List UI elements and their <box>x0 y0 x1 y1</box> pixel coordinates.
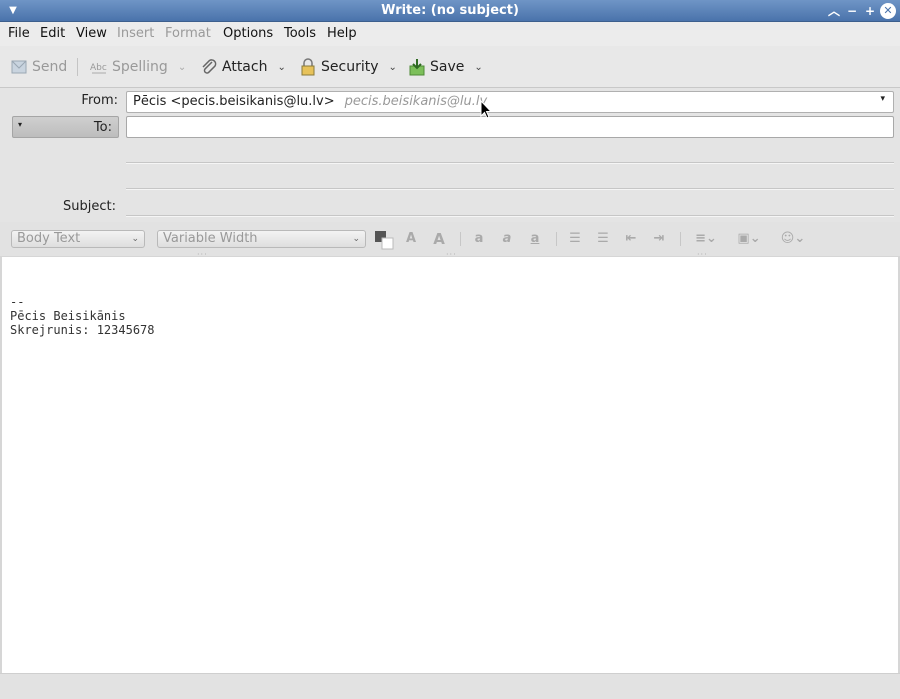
numbered-list-icon[interactable]: ☰ <box>594 230 612 248</box>
paragraph-style-select[interactable]: Body Text ⌄ <box>11 230 145 248</box>
save-label: Save <box>430 59 465 75</box>
font-larger-icon[interactable]: A <box>430 230 448 248</box>
save-icon <box>409 59 425 76</box>
format-toolbar: Body Text ⌄ Variable Width ⌄ A A a a a ☰… <box>0 222 900 259</box>
security-label: Security <box>321 59 379 75</box>
text-color-icon[interactable] <box>374 230 394 250</box>
menu-file[interactable]: File <box>8 26 30 41</box>
chevron-down-icon[interactable]: ⌄ <box>474 62 482 73</box>
menu-bar: File Edit View Insert Format Options Too… <box>0 22 900 46</box>
chevron-down-icon: ▾ <box>18 120 23 129</box>
font-family-value: Variable Width <box>163 231 258 246</box>
title-bar: ▼ Write: (no subject) ︿ − + ✕ <box>0 0 900 22</box>
format-separator <box>680 232 681 246</box>
menu-options[interactable]: Options <box>223 26 273 41</box>
format-separator <box>460 232 461 246</box>
signature-phone: Skrejrunis: 12345678 <box>10 323 155 337</box>
menu-view[interactable]: View <box>76 26 107 41</box>
shade-icon[interactable]: ︿ <box>826 3 842 19</box>
compose-header: From: Pēcis <pecis.beisikanis@lu.lv> peci… <box>0 88 900 222</box>
send-label: Send <box>32 59 68 75</box>
font-family-select[interactable]: Variable Width ⌄ <box>157 230 366 248</box>
chevron-down-icon[interactable]: ▾ <box>880 94 885 104</box>
save-button[interactable]: Save ⌄ <box>408 56 483 78</box>
chevron-down-icon[interactable]: ⌄ <box>178 62 186 73</box>
chevron-down-icon: ⌄ <box>352 234 360 244</box>
from-select[interactable]: Pēcis <pecis.beisikanis@lu.lv> pecis.beis… <box>126 91 894 113</box>
paragraph-style-value: Body Text <box>17 231 81 246</box>
attach-label: Attach <box>222 59 268 75</box>
message-body-editor[interactable]: -- Pēcis Beisikānis Skrejrunis: 12345678 <box>2 257 898 673</box>
chevron-down-icon[interactable]: ⌄ <box>277 62 285 73</box>
recipient-row-2[interactable] <box>126 162 894 164</box>
window-title: Write: (no subject) <box>381 3 519 18</box>
subject-label: Subject: <box>63 199 116 214</box>
spelling-label: Spelling <box>112 59 168 75</box>
status-bar <box>0 673 900 699</box>
from-value: Pēcis <pecis.beisikanis@lu.lv> <box>133 94 335 109</box>
maximize-icon[interactable]: + <box>862 3 878 19</box>
minimize-icon[interactable]: − <box>844 3 860 19</box>
outdent-icon[interactable]: ⇤ <box>622 230 640 248</box>
align-icon[interactable]: ≡⌄ <box>692 230 720 248</box>
send-icon <box>11 60 27 74</box>
menu-help[interactable]: Help <box>327 26 357 41</box>
toolbar-separator <box>77 58 78 76</box>
attach-button[interactable]: Attach ⌄ <box>200 56 286 78</box>
send-button[interactable]: Send <box>10 56 67 78</box>
insert-image-icon[interactable]: ▣⌄ <box>734 230 764 248</box>
recipient-type-select[interactable]: ▾ To: <box>12 116 119 138</box>
chevron-down-icon[interactable]: ⌄ <box>389 62 397 73</box>
compose-toolbar: Send Abc Spelling ⌄ Attach ⌄ Security ⌄ … <box>0 46 900 88</box>
security-button[interactable]: Security ⌄ <box>299 56 397 78</box>
smiley-icon[interactable]: ☺⌄ <box>778 230 808 248</box>
to-label: To: <box>93 120 112 135</box>
lock-icon <box>301 58 315 76</box>
to-input[interactable] <box>126 116 894 138</box>
spelling-button[interactable]: Abc Spelling ⌄ <box>90 56 186 78</box>
menu-edit[interactable]: Edit <box>40 26 65 41</box>
from-label: From: <box>81 93 118 108</box>
menu-tools[interactable]: Tools <box>284 26 316 41</box>
bold-icon[interactable]: a <box>470 230 488 248</box>
signature-separator: -- <box>10 295 25 309</box>
italic-icon[interactable]: a <box>498 230 516 248</box>
format-separator <box>556 232 557 246</box>
mouse-pointer-icon <box>480 100 492 119</box>
svg-text:Abc: Abc <box>90 63 107 73</box>
bullet-list-icon[interactable]: ☰ <box>566 230 584 248</box>
menu-format: Format <box>165 26 211 41</box>
signature-name: Pēcis Beisikānis <box>10 309 126 323</box>
paperclip-icon <box>202 59 217 74</box>
spellcheck-icon: Abc <box>90 63 107 74</box>
underline-icon[interactable]: a <box>526 230 544 248</box>
subject-input[interactable] <box>126 215 894 217</box>
indent-icon[interactable]: ⇥ <box>650 230 668 248</box>
font-smaller-icon[interactable]: A <box>402 230 420 248</box>
from-hint: pecis.beisikanis@lu.lv <box>344 94 488 109</box>
menu-insert: Insert <box>117 26 155 41</box>
recipient-row-3[interactable] <box>126 188 894 190</box>
close-icon[interactable]: ✕ <box>880 3 896 19</box>
chevron-down-icon: ⌄ <box>131 234 139 244</box>
